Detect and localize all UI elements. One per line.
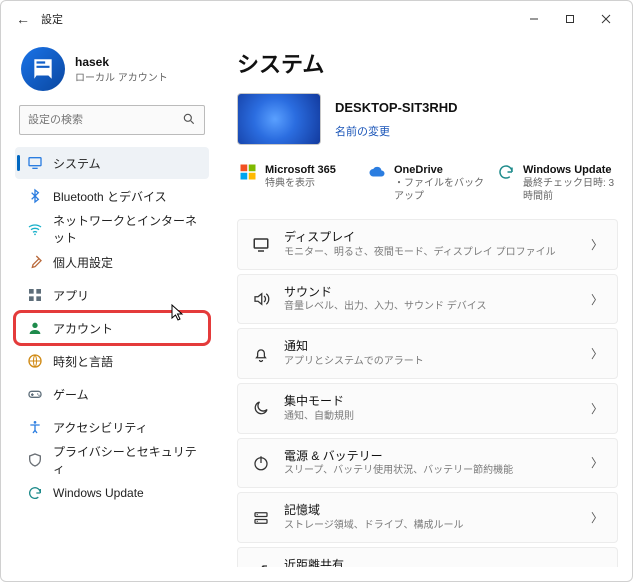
- maximize-button[interactable]: [552, 5, 588, 33]
- sidebar-item-label: アクセシビリティ: [53, 419, 148, 436]
- shield-icon: [27, 452, 43, 468]
- sidebar-item-time[interactable]: 時刻と言語: [15, 345, 209, 377]
- row-title: 記憶域: [284, 503, 577, 519]
- bell-icon: [252, 345, 270, 363]
- chevron-right-icon: 〉: [591, 345, 603, 362]
- row-subtitle: 通知、自動規則: [284, 410, 577, 423]
- sidebar-item-privacy[interactable]: プライバシーとセキュリティ: [15, 444, 209, 476]
- page-title: システム: [237, 37, 618, 93]
- sidebar-item-label: システム: [53, 155, 101, 172]
- sidebar-item-label: ゲーム: [53, 386, 89, 403]
- pc-name: DESKTOP-SIT3RHD: [335, 100, 458, 115]
- sidebar-item-network[interactable]: ネットワークとインターネット: [15, 213, 209, 245]
- settings-row-sound[interactable]: サウンド 音量レベル、出力、入力、サウンド デバイス 〉: [237, 274, 618, 325]
- chevron-right-icon: 〉: [591, 564, 603, 567]
- row-title: ディスプレイ: [284, 230, 577, 246]
- promo-wu[interactable]: Windows Update 最終チェック日時: 3 時間前: [495, 159, 618, 207]
- promo-onedrive[interactable]: OneDrive ・ファイルをバックアップ: [366, 159, 489, 207]
- share-icon: [252, 563, 270, 567]
- apps-icon: [27, 287, 43, 303]
- settings-row-power[interactable]: 電源 & バッテリー スリープ、バッテリ使用状況、バッテリー節約機能 〉: [237, 438, 618, 489]
- promo-title: OneDrive: [394, 163, 487, 177]
- pc-rename-link[interactable]: 名前の変更: [335, 123, 458, 139]
- sidebar-item-label: アプリ: [53, 287, 89, 304]
- row-title: 集中モード: [284, 394, 577, 410]
- promo-title: Windows Update: [523, 163, 616, 177]
- row-subtitle: アプリとシステムでのアラート: [284, 355, 577, 368]
- row-subtitle: 音量レベル、出力、入力、サウンド デバイス: [284, 300, 577, 313]
- chevron-right-icon: 〉: [591, 509, 603, 526]
- row-title: サウンド: [284, 285, 577, 301]
- sound-icon: [252, 290, 270, 308]
- sidebar-item-label: プライバシーとセキュリティ: [53, 443, 199, 477]
- row-title: 近距離共有: [284, 558, 577, 567]
- search-box[interactable]: [19, 105, 205, 135]
- monitor-icon: [252, 236, 270, 254]
- back-button[interactable]: ←: [9, 11, 37, 27]
- monitor-icon: [27, 155, 43, 171]
- m365-icon: [239, 163, 257, 181]
- storage-icon: [252, 509, 270, 527]
- row-subtitle: モニター、明るさ、夜間モード、ディスプレイ プロファイル: [284, 246, 577, 259]
- settings-row-storage[interactable]: 記憶域 ストレージ領域、ドライブ、構成ルール 〉: [237, 492, 618, 543]
- promo-sub: 特典を表示: [265, 177, 336, 190]
- sidebar-item-label: アカウント: [53, 320, 113, 337]
- sidebar-item-apps[interactable]: アプリ: [15, 279, 209, 311]
- row-subtitle: スリープ、バッテリ使用状況、バッテリー節約機能: [284, 464, 577, 477]
- sidebar-item-label: 時刻と言語: [53, 353, 113, 370]
- user-block[interactable]: hasek ローカル アカウント: [15, 37, 209, 105]
- settings-row-display[interactable]: ディスプレイ モニター、明るさ、夜間モード、ディスプレイ プロファイル 〉: [237, 219, 618, 270]
- sync-icon: [27, 485, 43, 501]
- user-subline: ローカル アカウント: [75, 69, 168, 84]
- sidebar-item-accounts[interactable]: アカウント: [15, 312, 209, 344]
- sidebar-item-bluetooth[interactable]: Bluetooth とデバイス: [15, 180, 209, 212]
- user-name: hasek: [75, 55, 168, 69]
- game-icon: [27, 386, 43, 402]
- sync-icon: [497, 163, 515, 181]
- moon-icon: [252, 399, 270, 417]
- pc-thumbnail: [237, 93, 321, 145]
- row-title: 電源 & バッテリー: [284, 449, 577, 465]
- cloud-icon: [368, 163, 386, 181]
- wifi-icon: [27, 221, 43, 237]
- sidebar-item-label: Bluetooth とデバイス: [53, 188, 167, 205]
- sidebar-item-update[interactable]: Windows Update: [15, 477, 209, 509]
- sidebar-item-system[interactable]: システム: [15, 147, 209, 179]
- promo-sub: ・ファイルをバックアップ: [394, 177, 487, 203]
- sidebar-item-label: ネットワークとインターネット: [53, 212, 199, 246]
- close-button[interactable]: [588, 5, 624, 33]
- window-title: 設定: [41, 11, 516, 27]
- access-icon: [27, 419, 43, 435]
- row-subtitle: ストレージ領域、ドライブ、構成ルール: [284, 519, 577, 532]
- promo-title: Microsoft 365: [265, 163, 336, 177]
- bt-icon: [27, 188, 43, 204]
- person-icon: [27, 320, 43, 336]
- promo-m365[interactable]: Microsoft 365 特典を表示: [237, 159, 360, 207]
- globe-icon: [27, 353, 43, 369]
- chevron-right-icon: 〉: [591, 236, 603, 253]
- power-icon: [252, 454, 270, 472]
- promo-sub: 最終チェック日時: 3 時間前: [523, 177, 616, 203]
- sidebar-item-accessibility[interactable]: アクセシビリティ: [15, 411, 209, 443]
- search-input[interactable]: [28, 114, 182, 126]
- sidebar-item-label: 個人用設定: [53, 254, 113, 271]
- search-icon: [182, 112, 196, 129]
- chevron-right-icon: 〉: [591, 291, 603, 308]
- sidebar-item-personalize[interactable]: 個人用設定: [15, 246, 209, 278]
- avatar: [21, 47, 65, 91]
- sidebar-item-gaming[interactable]: ゲーム: [15, 378, 209, 410]
- brush-icon: [27, 254, 43, 270]
- chevron-right-icon: 〉: [591, 400, 603, 417]
- settings-row-focus[interactable]: 集中モード 通知、自動規則 〉: [237, 383, 618, 434]
- row-title: 通知: [284, 339, 577, 355]
- settings-row-notify[interactable]: 通知 アプリとシステムでのアラート 〉: [237, 328, 618, 379]
- chevron-right-icon: 〉: [591, 454, 603, 471]
- sidebar-item-label: Windows Update: [53, 486, 144, 500]
- settings-row-share[interactable]: 近距離共有 見つけやすさ、受信ファイルの場所 〉: [237, 547, 618, 567]
- minimize-button[interactable]: [516, 5, 552, 33]
